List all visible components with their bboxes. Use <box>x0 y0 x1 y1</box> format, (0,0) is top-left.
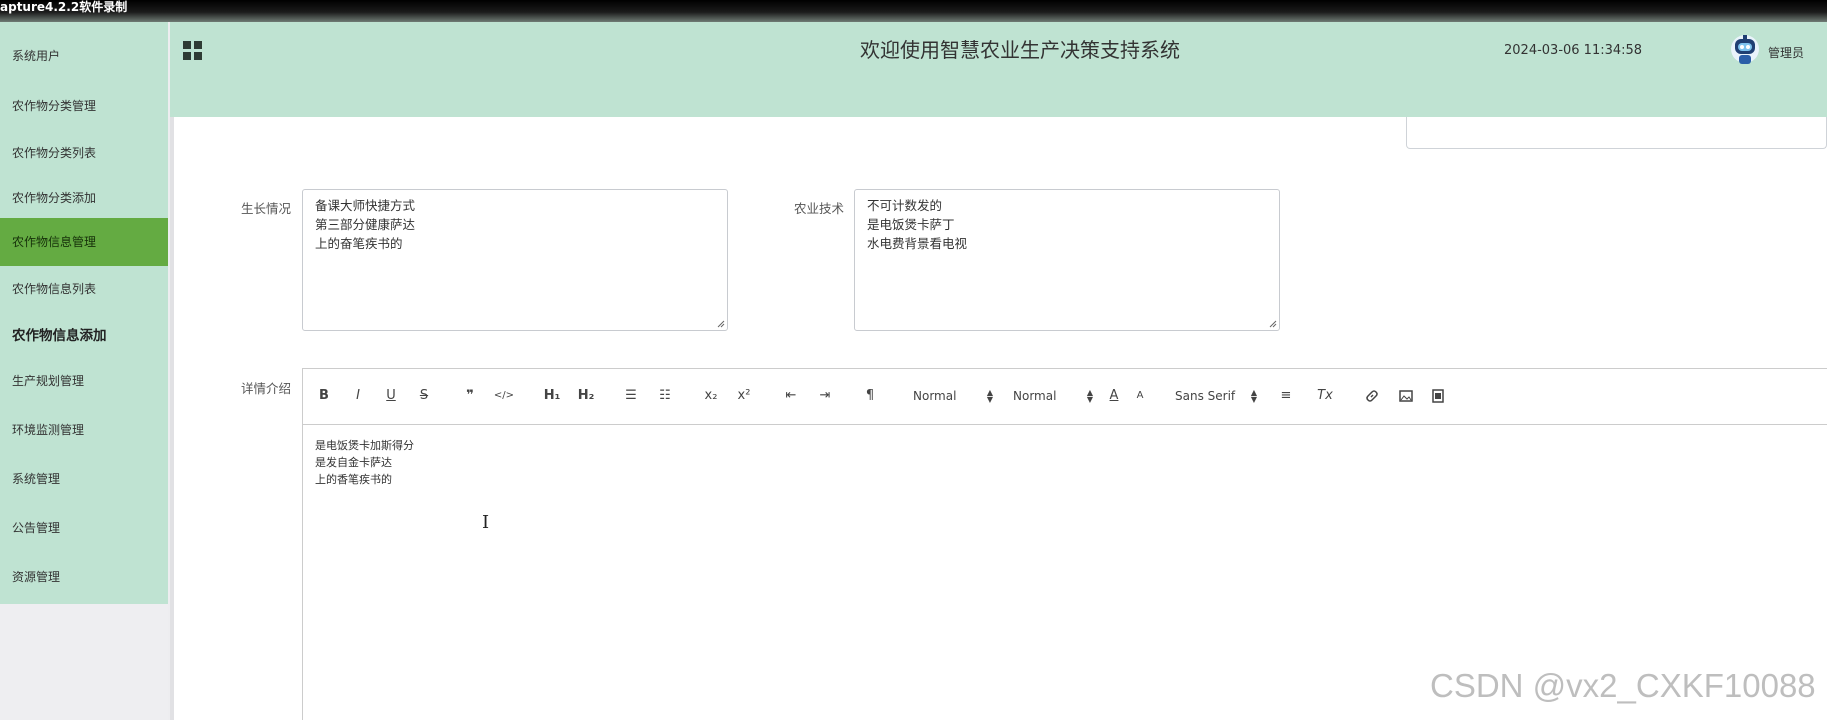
video-icon[interactable] <box>1429 383 1447 409</box>
tech-line: 不可计数发的 <box>867 198 943 213</box>
tech-line: 是电饭煲卡萨丁 <box>867 217 955 232</box>
subscript-button[interactable]: x₂ <box>701 383 721 409</box>
watermark: CSDN @vx2_CXKF10088 <box>1430 667 1816 704</box>
resize-grip-icon[interactable] <box>1269 320 1277 328</box>
sidebar-item-crop-info-add[interactable]: 农作物信息添加 <box>0 312 168 360</box>
resize-grip-icon[interactable] <box>717 320 725 328</box>
superscript-button[interactable]: x² <box>734 383 754 409</box>
code-block-button[interactable]: </> <box>493 383 515 409</box>
italic-button[interactable]: I <box>349 383 367 409</box>
growth-line: 备课大师快捷方式 <box>315 198 416 213</box>
strike-button[interactable]: S <box>415 383 433 409</box>
link-icon[interactable] <box>1363 383 1381 409</box>
size-select-value: Normal <box>1013 389 1057 403</box>
editor-line: 是发自金卡萨达 <box>315 456 392 469</box>
outdent-button[interactable]: ⇤ <box>781 383 801 409</box>
sidebar-item-crop-info-list[interactable]: 农作物信息列表 <box>0 265 168 313</box>
tech-label: 农业技术 <box>794 201 845 216</box>
sidebar-item-crop-category-add[interactable]: 农作物分类添加 <box>0 174 168 222</box>
growth-line: 上的奋笔疾书的 <box>315 236 403 251</box>
sidebar-item-crop-category-list[interactable]: 农作物分类列表 <box>0 129 168 177</box>
header-select[interactable]: Normal ▲ ▼ <box>913 383 993 409</box>
bullet-list-button[interactable]: ☷ <box>655 383 675 409</box>
datetime-display: 2024-03-06 11:34:58 <box>1504 43 1643 58</box>
text-direction-button[interactable]: ¶ <box>861 383 879 409</box>
h1-button[interactable]: H₁ <box>541 383 563 409</box>
editor-body[interactable]: 是电饭煲卡加斯得分 是发自金卡萨达 上的香笔疾书的 <box>315 437 414 488</box>
editor-line: 是电饭煲卡加斯得分 <box>315 439 414 452</box>
ordered-list-button[interactable]: ☰ <box>621 383 641 409</box>
sidebar-item-system-users[interactable]: 系统用户 <box>0 32 168 80</box>
sidebar-item-resource-manage[interactable]: 资源管理 <box>0 553 168 601</box>
tech-line: 水电费背景看电视 <box>867 236 968 251</box>
window-title: apture4.2.2软件录制 <box>0 0 128 14</box>
sidebar: 系统用户 农作物分类管理 农作物分类列表 农作物分类添加 农作物信息管理 农作物… <box>0 22 168 604</box>
sidebar-item-production-plan[interactable]: 生产规划管理 <box>0 357 168 405</box>
font-select-value: Sans Serif <box>1175 389 1236 403</box>
clean-format-icon[interactable]: Tx <box>1315 383 1335 409</box>
recording-title-bar: apture4.2.2软件录制 <box>0 0 1827 22</box>
background-color-icon[interactable]: A <box>1133 383 1147 409</box>
grid-menu-icon[interactable] <box>183 41 203 61</box>
username[interactable]: 管理员 <box>1768 44 1804 61</box>
image-icon[interactable] <box>1397 383 1415 409</box>
tech-textarea[interactable]: 不可计数发的 是电饭煲卡萨丁 水电费背景看电视 <box>854 189 1280 331</box>
detail-label: 详情介绍 <box>241 381 292 396</box>
editor-line: 上的香笔疾书的 <box>315 473 392 486</box>
underline-button[interactable]: U <box>382 383 400 409</box>
sidebar-item-notice-manage[interactable]: 公告管理 <box>0 504 168 552</box>
select-arrows-icon: ▲ ▼ <box>986 388 993 404</box>
bold-button[interactable]: B <box>315 383 333 409</box>
previous-textarea[interactable] <box>1406 117 1827 149</box>
text-color-icon[interactable]: A <box>1107 383 1121 409</box>
sidebar-item-environment-monitor[interactable]: 环境监测管理 <box>0 406 168 454</box>
font-select[interactable]: Sans Serif ▲ ▼ <box>1175 383 1257 409</box>
header-select-value: Normal <box>913 389 957 403</box>
growth-line: 第三部分健康萨达 <box>315 217 416 232</box>
sidebar-item-crop-info-manage[interactable]: 农作物信息管理 <box>0 218 168 266</box>
robot-avatar-icon[interactable] <box>1730 33 1760 67</box>
growth-label: 生长情况 <box>241 201 292 216</box>
indent-button[interactable]: ⇥ <box>815 383 835 409</box>
select-arrows-icon: ▲ ▼ <box>1250 388 1257 404</box>
editor-toolbar: B I U S ❞ </> H₁ H₂ ☰ ☷ x₂ x² ⇤ ⇥ ¶ Norm… <box>303 369 1827 425</box>
sidebar-item-system-manage[interactable]: 系统管理 <box>0 455 168 503</box>
page-title: 欢迎使用智慧农业生产决策支持系统 <box>860 38 1180 62</box>
size-select[interactable]: Normal ▲ ▼ <box>1013 383 1093 409</box>
growth-textarea[interactable]: 备课大师快捷方式 第三部分健康萨达 上的奋笔疾书的 <box>302 189 728 331</box>
sidebar-item-crop-category-manage[interactable]: 农作物分类管理 <box>0 82 168 130</box>
sidebar-empty-area <box>0 604 168 720</box>
blockquote-button[interactable]: ❞ <box>461 383 479 409</box>
text-cursor-icon: I <box>482 512 490 533</box>
align-icon[interactable]: ≡ <box>1277 383 1295 409</box>
h2-button[interactable]: H₂ <box>575 383 597 409</box>
select-arrows-icon: ▲ ▼ <box>1086 388 1093 404</box>
